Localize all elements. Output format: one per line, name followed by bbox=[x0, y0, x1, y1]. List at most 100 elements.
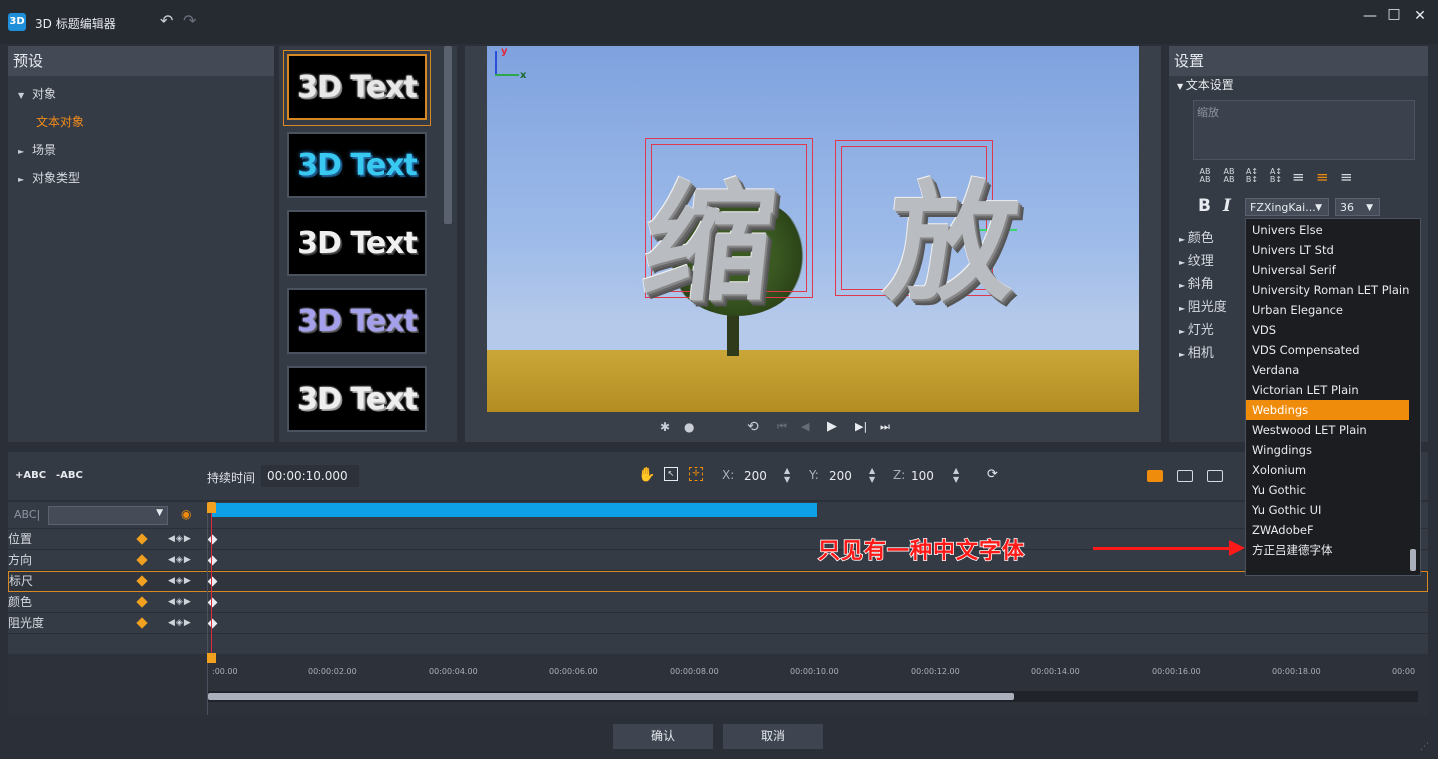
preset-thumbnail[interactable]: 3D Text bbox=[287, 132, 427, 198]
font-size-up-icon[interactable]: AB AB bbox=[1221, 168, 1237, 184]
font-list-scrollbar[interactable] bbox=[1410, 549, 1416, 571]
font-option[interactable]: Verdana bbox=[1246, 360, 1420, 380]
align-right-icon[interactable]: ≡ bbox=[1340, 168, 1353, 186]
tree-item-text-object[interactable]: 文本对象 bbox=[18, 108, 274, 136]
x-stepper-icon[interactable]: ▲ ▼ bbox=[784, 466, 790, 484]
playhead-handle-bottom[interactable] bbox=[207, 653, 216, 663]
keyframe-view-icon[interactable] bbox=[1147, 470, 1163, 482]
resize-grip-icon[interactable]: ⋰ bbox=[1420, 742, 1429, 752]
add-keyframe-icon[interactable] bbox=[136, 596, 148, 608]
sphere-icon[interactable]: ● bbox=[684, 420, 694, 434]
font-option[interactable]: Victorian LET Plain bbox=[1246, 380, 1420, 400]
group-camera[interactable]: ► 相机 bbox=[1179, 342, 1245, 365]
font-size-select[interactable]: 36 ▼ bbox=[1335, 198, 1380, 216]
step-forward-icon[interactable]: ▶| bbox=[855, 420, 867, 433]
font-option[interactable]: University Roman LET Plain bbox=[1246, 280, 1420, 300]
font-option[interactable]: Urban Elegance bbox=[1246, 300, 1420, 320]
skip-end-icon[interactable]: ⏭ bbox=[880, 420, 890, 434]
move-tool-icon[interactable]: ✛ bbox=[689, 467, 703, 481]
preset-thumbnail[interactable]: 3D Text bbox=[287, 54, 427, 120]
font-option[interactable]: Univers LT Std bbox=[1246, 240, 1420, 260]
keyframe-nav-icon[interactable]: ◀◈▶ bbox=[168, 529, 192, 550]
align-center-icon[interactable]: ≡ bbox=[1316, 168, 1329, 186]
tree-item-object-type[interactable]: ► 对象类型 bbox=[18, 164, 274, 192]
font-option[interactable]: Universal Serif bbox=[1246, 260, 1420, 280]
keyframe-nav-icon[interactable]: ◀◈▶ bbox=[168, 571, 192, 592]
font-option[interactable]: ZWAdobeF bbox=[1246, 520, 1420, 540]
font-option[interactable]: Westwood LET Plain bbox=[1246, 420, 1420, 440]
y-input[interactable]: 200 bbox=[823, 465, 867, 487]
font-option[interactable]: Wingdings bbox=[1246, 440, 1420, 460]
confirm-button[interactable]: 确认 bbox=[613, 724, 713, 749]
keyframe-nav-icon[interactable]: ◀◈▶ bbox=[168, 550, 192, 571]
keyframe-marker[interactable] bbox=[207, 555, 218, 566]
font-dropdown-list[interactable]: Univers Else Univers LT Std Universal Seri… bbox=[1245, 218, 1421, 576]
text-clip[interactable] bbox=[212, 503, 817, 517]
group-light[interactable]: ► 灯光 bbox=[1179, 319, 1245, 342]
visibility-eye-icon[interactable]: ◉ bbox=[181, 507, 191, 521]
thumbnail-scrollbar[interactable] bbox=[444, 46, 452, 224]
keyframe-marker[interactable] bbox=[207, 576, 218, 587]
tree-item-object[interactable]: ▼ 对象 bbox=[18, 80, 274, 108]
font-option[interactable]: VDS Compensated bbox=[1246, 340, 1420, 360]
font-option[interactable]: Webdings bbox=[1246, 400, 1409, 420]
hand-icon[interactable]: ✋ bbox=[638, 467, 655, 483]
preview-canvas[interactable]: 缩 放 y x bbox=[487, 46, 1139, 412]
camera-view-icon[interactable] bbox=[1207, 470, 1223, 482]
minimize-button[interactable]: — bbox=[1360, 8, 1380, 24]
duration-input[interactable]: 00:00:10.000 bbox=[261, 465, 359, 487]
uppercase-icon[interactable]: AB AB bbox=[1197, 168, 1213, 184]
line-spacing-icon[interactable]: A↕ B↕ bbox=[1244, 168, 1260, 184]
loop-icon[interactable]: ⟲ bbox=[747, 419, 759, 435]
font-option[interactable]: Yu Gothic bbox=[1246, 480, 1420, 500]
font-option[interactable]: VDS bbox=[1246, 320, 1420, 340]
keyframe-marker[interactable] bbox=[207, 618, 218, 629]
select-tool-icon[interactable]: ↖ bbox=[664, 467, 678, 481]
cancel-button[interactable]: 取消 bbox=[723, 724, 823, 749]
track-selector-dropdown[interactable]: ▼ bbox=[48, 506, 168, 525]
track-row-color[interactable]: 颜色 ◀◈▶ bbox=[8, 592, 1428, 613]
add-keyframe-icon[interactable] bbox=[136, 554, 148, 566]
maximize-button[interactable]: □ bbox=[1384, 6, 1404, 22]
keyframe-nav-icon[interactable]: ◀◈▶ bbox=[168, 613, 192, 634]
preset-thumbnail[interactable]: 3D Text bbox=[287, 210, 427, 276]
font-family-select[interactable]: FZXingKai... ▼ bbox=[1245, 198, 1329, 216]
bold-button[interactable]: B bbox=[1198, 196, 1211, 216]
track-row-scale[interactable]: 标尺 ◀◈▶ bbox=[8, 571, 1428, 592]
preset-thumbnail[interactable]: 3D Text bbox=[287, 288, 427, 354]
font-option[interactable]: Yu Gothic UI bbox=[1246, 500, 1420, 520]
keyframe-marker[interactable] bbox=[207, 534, 218, 545]
text-settings-section[interactable]: ▼ 文本设置 bbox=[1177, 76, 1234, 93]
font-option[interactable]: Xolonium bbox=[1246, 460, 1420, 480]
tree-item-scene[interactable]: ► 场景 bbox=[18, 136, 274, 164]
keyframe-nav-icon[interactable]: ◀◈▶ bbox=[168, 592, 192, 613]
x-input[interactable]: 200 bbox=[738, 465, 782, 487]
playhead-handle-top[interactable] bbox=[207, 502, 216, 513]
add-keyframe-icon[interactable] bbox=[136, 575, 148, 587]
remove-text-track-button[interactable]: -ABC bbox=[56, 470, 83, 481]
track-row-opacity[interactable]: 阻光度 ◀◈▶ bbox=[8, 613, 1428, 634]
align-left-icon[interactable]: ≡ bbox=[1292, 168, 1305, 186]
track-row-direction[interactable]: 方向 ◀◈▶ bbox=[8, 550, 1428, 571]
y-stepper-icon[interactable]: ▲ ▼ bbox=[869, 466, 875, 484]
font-option[interactable]: 方正吕建德字体 bbox=[1246, 540, 1420, 560]
group-color[interactable]: ► 颜色 bbox=[1179, 227, 1245, 250]
close-button[interactable]: ✕ bbox=[1410, 8, 1430, 24]
add-text-track-button[interactable]: +ABC bbox=[15, 470, 46, 481]
step-back-icon[interactable]: ◀ bbox=[801, 420, 809, 433]
add-keyframe-icon[interactable] bbox=[136, 617, 148, 629]
play-icon[interactable]: ▶ bbox=[827, 419, 837, 434]
redo-icon[interactable]: ↷ bbox=[183, 11, 196, 30]
preset-thumbnail[interactable]: 3D Text bbox=[287, 366, 427, 432]
char-spacing-icon[interactable]: A↕ B↕ bbox=[1268, 168, 1284, 184]
keyframe-marker[interactable] bbox=[207, 597, 218, 608]
group-texture[interactable]: ► 纹理 bbox=[1179, 250, 1245, 273]
text-input[interactable]: 缩放 bbox=[1193, 100, 1415, 160]
z-input[interactable]: 100 bbox=[905, 465, 949, 487]
timeline-scrollbar-thumb[interactable] bbox=[208, 693, 1014, 700]
group-opacity[interactable]: ► 阻光度 bbox=[1179, 296, 1245, 319]
add-keyframe-icon[interactable] bbox=[136, 533, 148, 545]
group-bevel[interactable]: ► 斜角 bbox=[1179, 273, 1245, 296]
preview-3d-text[interactable]: 缩 放 bbox=[635, 138, 1062, 326]
track-view-icon[interactable] bbox=[1177, 470, 1193, 482]
